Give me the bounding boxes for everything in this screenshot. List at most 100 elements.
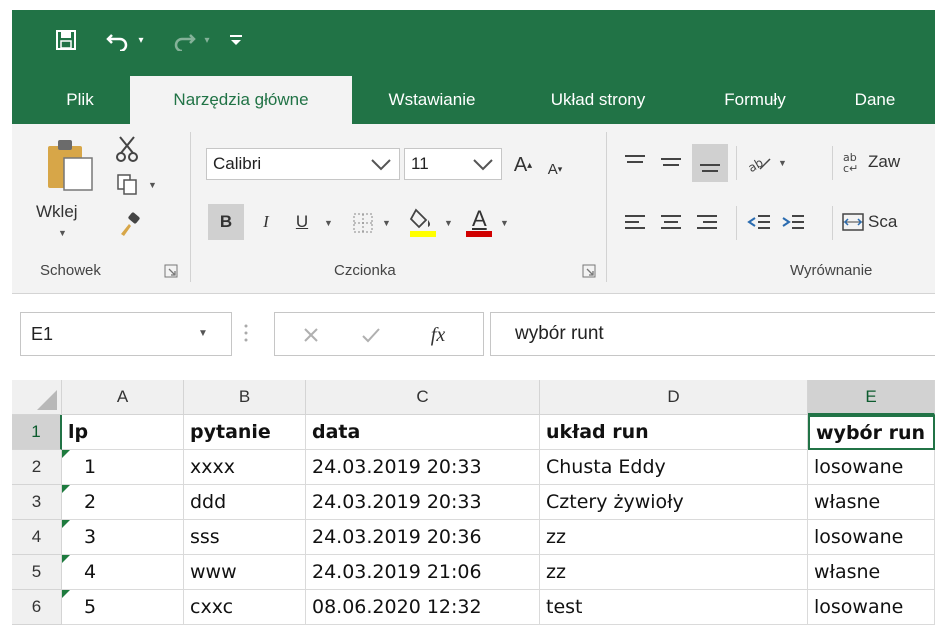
font-color-letter: A	[472, 206, 487, 231]
enter-icon[interactable]	[359, 323, 383, 347]
cancel-icon[interactable]	[299, 323, 323, 347]
cell-b4[interactable]: sss	[184, 520, 306, 555]
cell-e4[interactable]: losowane	[808, 520, 935, 555]
select-all-corner[interactable]	[12, 380, 62, 415]
bold-button[interactable]: B	[208, 204, 244, 240]
cell-d4[interactable]: zz	[540, 520, 808, 555]
cell-a1[interactable]: lp	[62, 415, 184, 450]
cell-d2[interactable]: Chusta Eddy	[540, 450, 808, 485]
font-size-dropdown-icon[interactable]	[468, 150, 498, 178]
font-size-value: 11	[411, 154, 429, 173]
borders-icon[interactable]	[348, 208, 378, 238]
cell-e3[interactable]: własne	[808, 485, 935, 520]
increase-indent-icon[interactable]	[778, 206, 808, 238]
cell-d5[interactable]: zz	[540, 555, 808, 590]
row-header-2[interactable]: 2	[12, 450, 62, 485]
cell-b1[interactable]: pytanie	[184, 415, 306, 450]
paste-label[interactable]: Wklej	[36, 202, 78, 222]
cell-a3[interactable]: 2	[62, 485, 184, 520]
align-right-icon[interactable]	[692, 206, 722, 238]
cell-c1[interactable]: data	[306, 415, 540, 450]
font-launcher-icon[interactable]	[582, 264, 596, 278]
column-header-c[interactable]: C	[306, 380, 540, 415]
name-box-dropdown-icon[interactable]: ▼	[198, 328, 208, 339]
cut-icon[interactable]	[112, 134, 142, 164]
paste-dropdown-icon[interactable]: ▼	[58, 228, 67, 238]
undo-icon[interactable]	[104, 26, 132, 54]
borders-dropdown-icon[interactable]: ▼	[382, 218, 391, 228]
cell-c5[interactable]: 24.03.2019 21:06	[306, 555, 540, 590]
formula-input[interactable]: wybór runt	[490, 312, 935, 356]
align-bottom-icon[interactable]	[692, 144, 728, 182]
increase-font-size-icon[interactable]: A ▴	[508, 150, 538, 180]
cell-b6[interactable]: cxxc	[184, 590, 306, 625]
cell-d1[interactable]: układ run	[540, 415, 808, 450]
italic-button[interactable]: I	[252, 204, 280, 240]
tab-wstawianie[interactable]: Wstawianie	[368, 76, 496, 124]
row-header-6[interactable]: 6	[12, 590, 62, 625]
cell-e6[interactable]: losowane	[808, 590, 935, 625]
undo-dropdown-icon[interactable]: ▾	[134, 26, 148, 54]
column-header-b[interactable]: B	[184, 380, 306, 415]
tab-narzedzia-glowne[interactable]: Narzędzia główne	[130, 76, 352, 124]
merge-center-label[interactable]: Sca	[868, 212, 897, 232]
copy-icon[interactable]	[112, 170, 142, 198]
cell-c3[interactable]: 24.03.2019 20:33	[306, 485, 540, 520]
cell-c2[interactable]: 24.03.2019 20:33	[306, 450, 540, 485]
insert-function-icon[interactable]: fx	[423, 321, 453, 349]
cell-b3[interactable]: ddd	[184, 485, 306, 520]
cell-c6[interactable]: 08.06.2020 12:32	[306, 590, 540, 625]
align-left-icon[interactable]	[620, 206, 650, 238]
window-top-strip	[0, 0, 935, 10]
font-color-icon[interactable]: A	[462, 204, 496, 240]
row-header-1[interactable]: 1	[12, 415, 62, 450]
column-header-d[interactable]: D	[540, 380, 808, 415]
align-top-icon[interactable]	[620, 146, 650, 178]
formula-value: wybór runt	[515, 323, 604, 344]
row-header-4[interactable]: 4	[12, 520, 62, 555]
cell-c4[interactable]: 24.03.2019 20:36	[306, 520, 540, 555]
font-color-dropdown-icon[interactable]: ▼	[500, 218, 509, 228]
column-header-a[interactable]: A	[62, 380, 184, 415]
cell-a2[interactable]: 1	[62, 450, 184, 485]
underline-dropdown-icon[interactable]: ▼	[324, 218, 333, 228]
copy-dropdown-icon[interactable]: ▼	[148, 180, 157, 190]
row-header-3[interactable]: 3	[12, 485, 62, 520]
cell-e5[interactable]: własne	[808, 555, 935, 590]
align-middle-icon[interactable]	[656, 146, 686, 178]
cell-d3[interactable]: Cztery żywioły	[540, 485, 808, 520]
orientation-dropdown-icon[interactable]: ▼	[778, 158, 787, 168]
orientation-icon[interactable]: ab	[744, 146, 774, 178]
fill-color-icon[interactable]	[406, 204, 440, 240]
format-painter-icon[interactable]	[116, 210, 144, 240]
cell-a5[interactable]: 4	[62, 555, 184, 590]
cell-d6[interactable]: test	[540, 590, 808, 625]
paste-icon[interactable]	[42, 134, 98, 194]
cell-b5[interactable]: www	[184, 555, 306, 590]
tab-formuly[interactable]: Formuły	[712, 76, 798, 124]
decrease-indent-icon[interactable]	[744, 206, 774, 238]
column-header-e[interactable]: E	[808, 380, 935, 415]
cell-a6-value: 5	[84, 596, 97, 618]
tab-dane[interactable]: Dane	[842, 76, 908, 124]
decrease-font-size-icon[interactable]: A ▾	[540, 154, 570, 184]
cell-e2[interactable]: losowane	[808, 450, 935, 485]
row-header-5[interactable]: 5	[12, 555, 62, 590]
clipboard-launcher-icon[interactable]	[164, 264, 178, 278]
wrap-text-icon[interactable]: ab c↵	[840, 146, 866, 178]
cell-b2[interactable]: xxxx	[184, 450, 306, 485]
merge-center-icon[interactable]	[840, 206, 866, 238]
wrap-text-label[interactable]: Zaw	[868, 152, 900, 172]
tab-uklad-strony[interactable]: Układ strony	[532, 76, 664, 124]
group-label-clipboard: Schowek	[40, 262, 101, 279]
underline-button[interactable]: U	[288, 204, 316, 240]
save-icon[interactable]	[52, 26, 80, 54]
cell-e1-selected[interactable]: wybór run	[808, 415, 935, 450]
tab-plik[interactable]: Plik	[50, 76, 110, 124]
align-center-icon[interactable]	[656, 206, 686, 238]
fill-color-dropdown-icon[interactable]: ▼	[444, 218, 453, 228]
font-name-dropdown-icon[interactable]	[366, 150, 396, 178]
customize-icon[interactable]	[226, 26, 246, 54]
cell-a4[interactable]: 3	[62, 520, 184, 555]
cell-a6[interactable]: 5	[62, 590, 184, 625]
